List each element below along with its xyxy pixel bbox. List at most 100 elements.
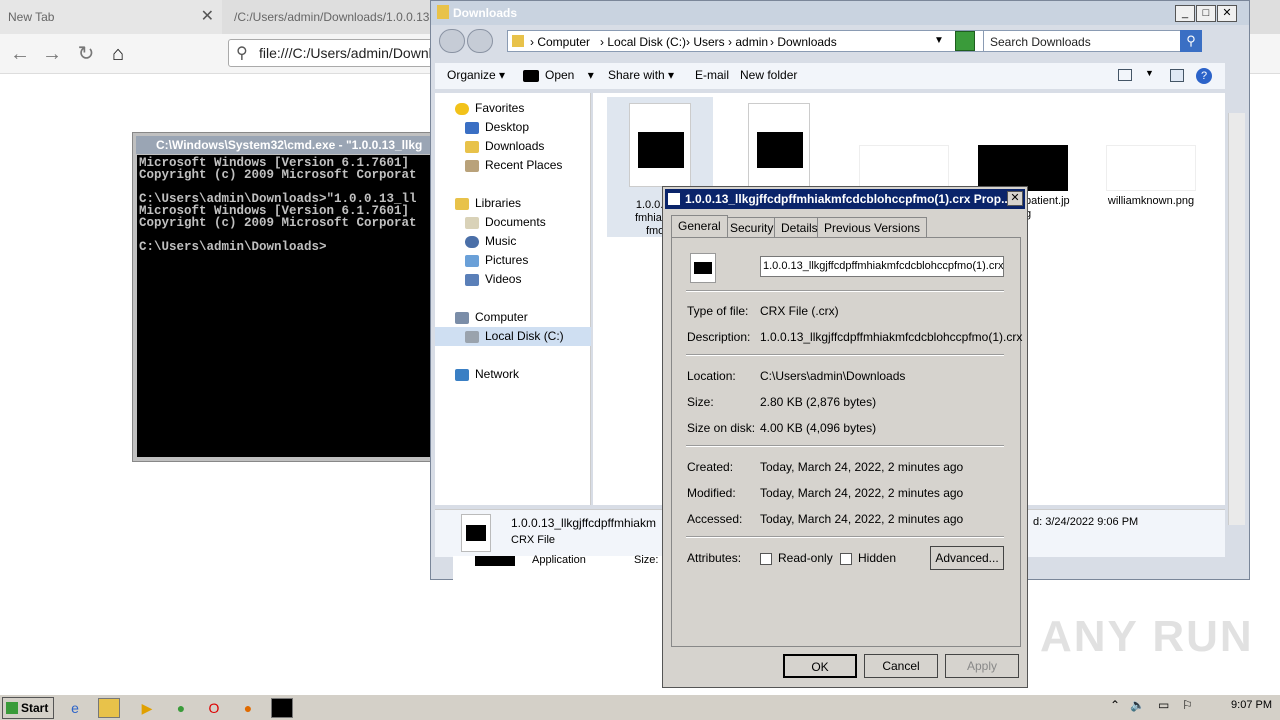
tab-security[interactable]: Security xyxy=(723,217,781,237)
pictures-icon xyxy=(465,254,479,267)
properties-dialog[interactable]: 1.0.0.13_llkgjffcdpffmhiakmfcdcblohccpfm… xyxy=(662,186,1028,688)
preview-pane-icon[interactable] xyxy=(1170,69,1184,82)
file-item-williamknown[interactable]: williamknown.png xyxy=(1101,145,1201,207)
breadcrumb-admin[interactable]: › admin xyxy=(728,35,768,49)
organize-button[interactable]: Organize ▾ xyxy=(447,68,505,82)
readonly-checkbox[interactable]: Read-only xyxy=(760,551,833,565)
address-bar[interactable]: › Computer › Local Disk (C:) › Users › a… xyxy=(507,30,1009,52)
image-thumbnail[interactable] xyxy=(859,145,949,191)
reload-icon[interactable]: ↻ xyxy=(72,40,100,68)
behind-type: Application xyxy=(532,554,586,566)
nav-recent-places[interactable]: Recent Places xyxy=(465,156,562,175)
folder-icon xyxy=(437,5,449,19)
nav-label: Documents xyxy=(485,215,546,229)
taskbar: Start e ▶ ● O ● ⌃ 🔈 ▭ ⚐ 9:07 PM xyxy=(0,694,1280,720)
details-filename: 1.0.0.13_llkgjffcdpffmhiakm xyxy=(511,516,656,530)
checkbox-box xyxy=(760,552,772,565)
star-icon xyxy=(455,102,469,115)
nav-network[interactable]: Network xyxy=(455,365,519,384)
nav-libraries[interactable]: Libraries xyxy=(455,194,521,213)
app-icon xyxy=(475,556,515,566)
tab-new-tab[interactable]: New Tab ✕ xyxy=(0,0,222,34)
nav-documents[interactable]: Documents xyxy=(465,213,546,232)
help-icon[interactable]: ? xyxy=(1196,68,1212,84)
tray-chevron-icon[interactable]: ⌃ xyxy=(1110,698,1120,712)
cmd-output: Microsoft Windows [Version 6.1.7601] Cop… xyxy=(137,155,441,457)
search-icon[interactable]: ⚲ xyxy=(1180,30,1202,52)
search-input[interactable]: Search Downloads ⚲ xyxy=(983,30,1202,52)
separator xyxy=(686,445,1004,447)
email-button[interactable]: E-mail xyxy=(695,68,729,82)
search-placeholder: Search Downloads xyxy=(990,35,1091,49)
nav-downloads[interactable]: Downloads xyxy=(465,137,544,156)
maximize-button[interactable]: □ xyxy=(1196,5,1216,22)
back-arrow-icon[interactable] xyxy=(439,29,465,53)
advanced-button[interactable]: Advanced... xyxy=(930,546,1004,570)
nav-desktop[interactable]: Desktop xyxy=(465,118,529,137)
cancel-button[interactable]: Cancel xyxy=(864,654,938,678)
dialog-title-text: 1.0.0.13_llkgjffcdpffmhiakmfcdcblohccpfm… xyxy=(685,192,1012,206)
minimize-button[interactable]: _ xyxy=(1175,5,1195,22)
tab-downloads-file[interactable]: /C:/Users/admin/Downloads/1.0.0.13 xyxy=(226,0,436,34)
location-label: Location: xyxy=(687,369,736,383)
readonly-label: Read-only xyxy=(778,551,833,565)
nav-pictures[interactable]: Pictures xyxy=(465,251,528,270)
close-tab-icon[interactable]: ✕ xyxy=(201,0,214,34)
share-button[interactable]: Share with ▾ xyxy=(608,68,674,82)
forward-arrow-icon[interactable] xyxy=(467,29,493,53)
ok-button[interactable]: OK xyxy=(783,654,857,678)
close-button[interactable]: ✕ xyxy=(1007,191,1023,206)
tab-previous-versions[interactable]: Previous Versions xyxy=(817,217,928,237)
new-folder-button[interactable]: New folder xyxy=(740,68,797,82)
hidden-checkbox[interactable]: Hidden xyxy=(840,551,896,565)
nav-favorites[interactable]: Favorites xyxy=(455,99,524,118)
media-player-icon[interactable]: ▶ xyxy=(136,698,158,718)
clock[interactable]: 9:07 PM xyxy=(1231,699,1272,711)
close-button[interactable]: ✕ xyxy=(1217,5,1237,22)
nav-local-disk[interactable]: Local Disk (C:) xyxy=(435,327,591,346)
chrome-icon[interactable]: ● xyxy=(170,698,192,718)
nav-computer[interactable]: Computer xyxy=(455,308,528,327)
command-bar: Organize ▾ Open ▾ Share with ▾ E-mail Ne… xyxy=(435,63,1225,89)
network-tray-icon[interactable]: ▭ xyxy=(1158,698,1169,712)
opera-icon[interactable]: O xyxy=(203,698,225,718)
image-thumbnail xyxy=(1106,145,1196,191)
forward-icon[interactable]: → xyxy=(38,40,66,68)
ie-icon[interactable]: e xyxy=(64,698,86,718)
modified-value: Today, March 24, 2022, 2 minutes ago xyxy=(760,486,964,500)
tab-general[interactable]: General xyxy=(671,215,728,237)
dialog-title: 1.0.0.13_llkgjffcdpffmhiakmfcdcblohccpfm… xyxy=(665,189,1025,209)
details-date: d: 3/24/2022 9:06 PM xyxy=(1033,516,1139,528)
explorer-taskbar-icon[interactable] xyxy=(98,698,120,718)
file-item[interactable] xyxy=(729,103,829,187)
type-value: CRX File (.crx) xyxy=(760,304,839,318)
url-text: file:///C:/Users/admin/Downlo xyxy=(259,45,439,61)
size-on-disk-value: 4.00 KB (4,096 bytes) xyxy=(760,421,877,435)
cmd-taskbar-icon[interactable] xyxy=(271,698,293,718)
breadcrumb-localdisk[interactable]: › Local Disk (C:) xyxy=(600,35,686,49)
nav-music[interactable]: Music xyxy=(465,232,516,251)
nav-label: Music xyxy=(485,234,517,248)
firefox-icon[interactable]: ● xyxy=(237,698,259,718)
open-button[interactable]: Open ▾ xyxy=(523,68,594,82)
vertical-scrollbar[interactable] xyxy=(1228,113,1245,525)
breadcrumb-label: Local Disk (C:) xyxy=(607,35,687,49)
nav-videos[interactable]: Videos xyxy=(465,270,521,289)
filename-input[interactable]: 1.0.0.13_llkgjffcdpffmhiakmfcdcblohccpfm… xyxy=(760,256,1004,277)
chevron-down-icon[interactable]: ▼ xyxy=(934,35,944,46)
home-icon[interactable]: ⌂ xyxy=(104,40,132,68)
start-button[interactable]: Start xyxy=(2,697,54,719)
breadcrumb-computer[interactable]: › Computer xyxy=(530,35,590,49)
apply-button[interactable]: Apply xyxy=(945,654,1019,678)
breadcrumb-users[interactable]: › Users xyxy=(686,35,725,49)
volume-icon[interactable]: 🔈 xyxy=(1130,698,1145,712)
drive-icon xyxy=(465,330,479,343)
view-icon[interactable] xyxy=(1118,69,1132,81)
refresh-icon[interactable] xyxy=(955,31,975,51)
crx-file-icon xyxy=(668,193,680,205)
cmd-window[interactable]: C:\Windows\System32\cmd.exe - "1.0.0.13_… xyxy=(132,132,442,462)
chevron-down-icon[interactable]: ▼ xyxy=(1145,68,1154,78)
breadcrumb-downloads[interactable]: › Downloads xyxy=(770,35,837,49)
back-icon[interactable]: ← xyxy=(6,40,34,68)
flag-icon[interactable]: ⚐ xyxy=(1182,698,1193,712)
